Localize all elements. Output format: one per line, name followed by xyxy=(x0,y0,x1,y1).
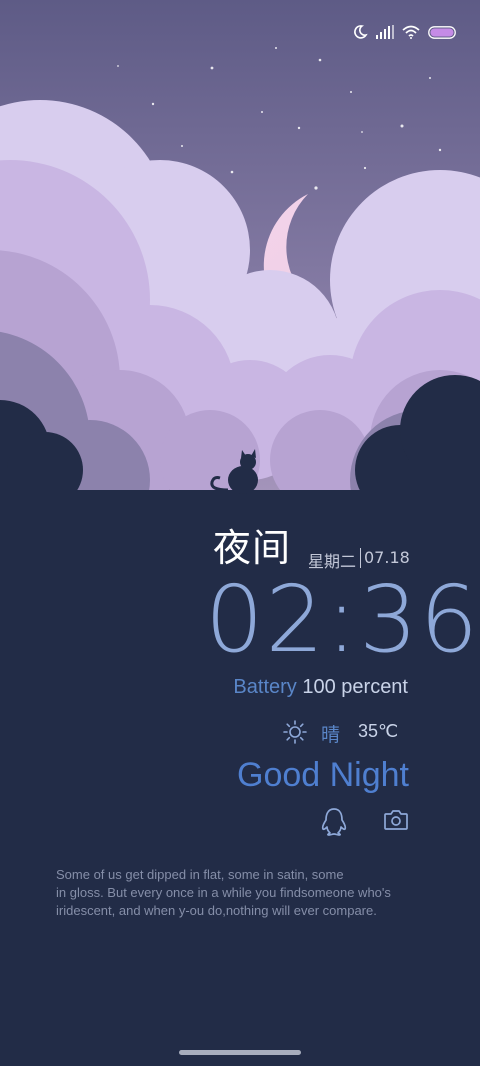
temperature: 35℃ xyxy=(358,721,399,741)
battery-status: Battery 100 percent xyxy=(233,676,408,699)
wallpaper-scene xyxy=(0,0,480,500)
clock-time: 02:36 xyxy=(205,566,480,673)
date-label: 07.18 xyxy=(364,548,410,567)
battery-label: Battery xyxy=(233,676,297,698)
quote-line: Some of us get dipped in flat, some in s… xyxy=(56,867,344,882)
quote-line: iridescent, and when y-ou do,nothing wil… xyxy=(56,903,377,918)
signal-icon xyxy=(376,25,394,39)
status-bar xyxy=(352,20,456,44)
greeting-text: Good Night xyxy=(237,756,409,794)
date-divider xyxy=(360,548,361,568)
battery-unit: percent xyxy=(341,676,408,698)
qq-penguin-icon[interactable] xyxy=(321,807,347,837)
mode-title: 夜间 xyxy=(213,526,292,570)
quote-line: in gloss. But every once in a while you … xyxy=(56,885,391,900)
moon-icon xyxy=(354,25,368,39)
home-indicator[interactable] xyxy=(179,1050,301,1055)
sun-icon xyxy=(283,720,307,744)
quote-text: Some of us get dipped in flat, some in s… xyxy=(56,866,436,920)
wifi-icon xyxy=(402,25,420,39)
battery-icon xyxy=(428,25,456,39)
camera-icon[interactable] xyxy=(383,807,409,833)
weather-condition: 晴 xyxy=(321,724,341,746)
battery-value: 100 xyxy=(302,676,336,698)
